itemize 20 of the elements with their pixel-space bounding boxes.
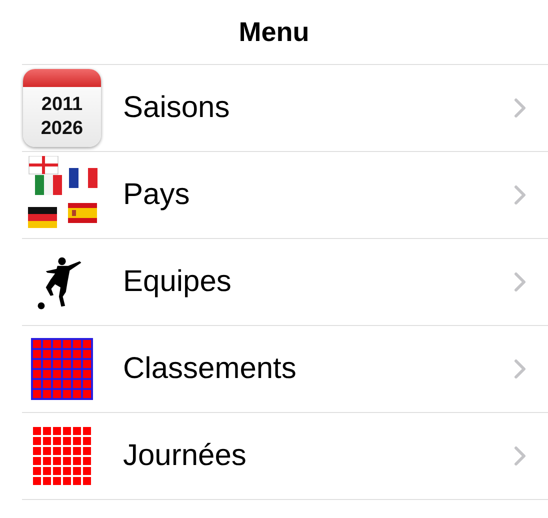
menu-item-label: Equipes: [123, 265, 232, 299]
chevron-icon: [514, 446, 526, 466]
menu-item[interactable]: Pays: [22, 152, 548, 239]
menu-item-label: Journées: [123, 439, 248, 473]
menu-title: Menu: [238, 16, 310, 48]
menu-item-label: Classements: [123, 352, 298, 386]
menu-item[interactable]: Classements: [22, 326, 548, 413]
menu-item[interactable]: 2011 2026 Saisons: [22, 65, 548, 152]
chevron-icon: [514, 185, 526, 205]
grid-icon: [31, 338, 93, 400]
menu-item[interactable]: Equipes: [22, 239, 548, 326]
year-text: 2011: [41, 93, 83, 117]
menu-item-label: Pays: [123, 178, 191, 212]
menu-item[interactable]: Journées: [22, 413, 548, 500]
grid-icon: [31, 425, 93, 487]
year-text: 2026: [40, 117, 84, 141]
chevron-icon: [514, 359, 526, 379]
chevron-icon: [514, 98, 526, 118]
menu-item-label: Saisons: [123, 91, 231, 125]
chevron-icon: [514, 272, 526, 292]
